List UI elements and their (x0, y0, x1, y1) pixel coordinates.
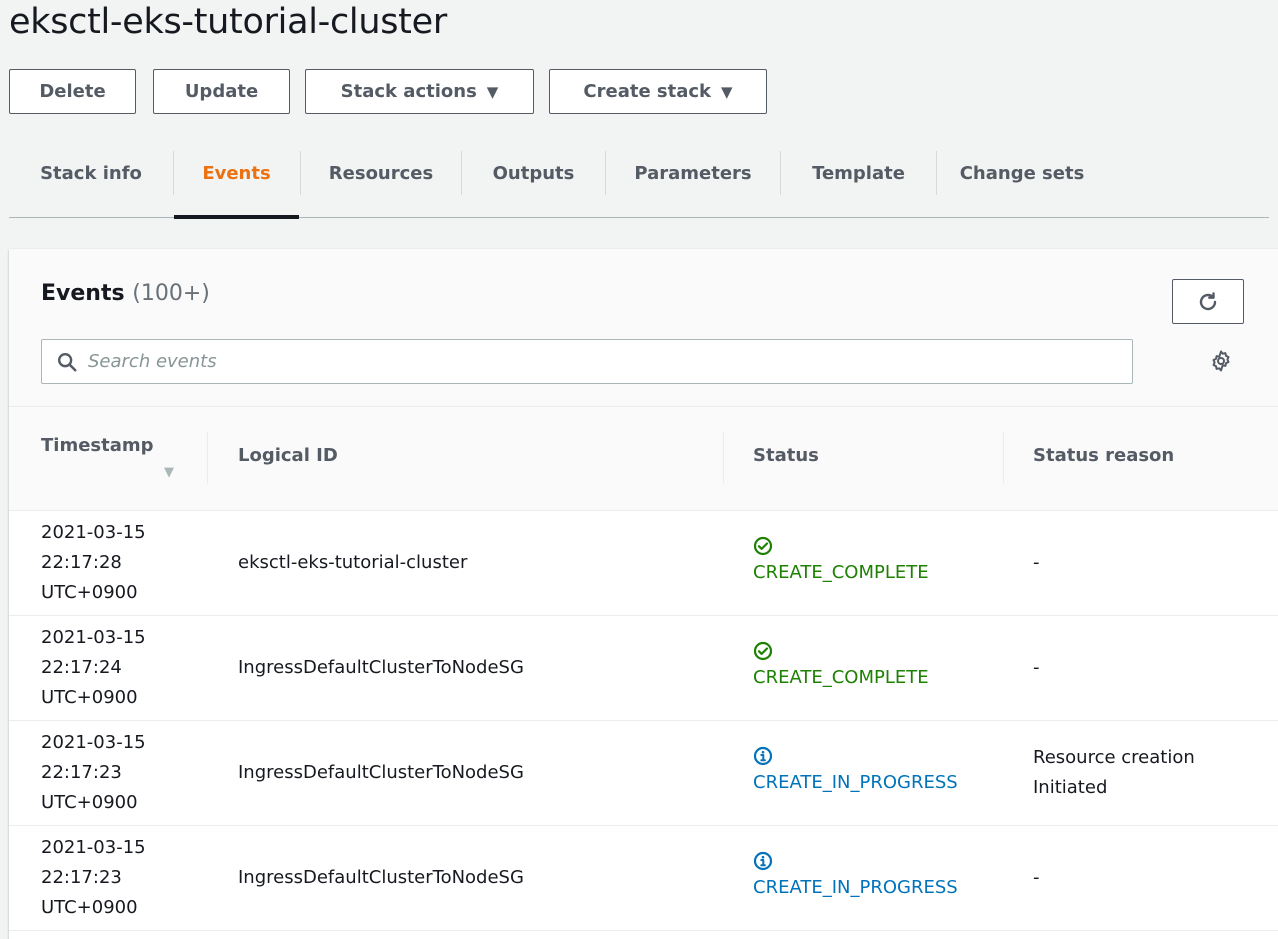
table-row: 2021-03-15 22:17:28 UTC+0900 eksctl-eks-… (9, 511, 1278, 616)
status-cell: CREATE_IN_PROGRESS (753, 746, 958, 797)
search-input[interactable] (88, 351, 1088, 372)
timestamp-time: 22:17:23 (41, 762, 122, 783)
events-heading-label: Events (41, 281, 125, 306)
column-header-status: Status (753, 445, 819, 466)
timestamp-time: 22:17:23 (41, 867, 122, 888)
events-panel-header: Events (100+) (9, 249, 1278, 407)
timestamp-date: 2021-03-15 (41, 627, 146, 648)
delete-button[interactable]: Delete (9, 69, 136, 114)
events-panel: Events (100+) Timestamp ▼ Logical ID S (9, 249, 1278, 939)
search-box (41, 339, 1133, 384)
timestamp-time: 22:17:28 (41, 552, 122, 573)
refresh-icon (1199, 291, 1217, 310)
search-icon (58, 352, 77, 372)
status-reason-line: - (1033, 552, 1040, 573)
timestamp-timezone: UTC+0900 (41, 897, 138, 918)
tab-outputs[interactable]: Outputs (462, 128, 605, 218)
column-divider (1003, 432, 1004, 484)
create-stack-label: Create stack (583, 81, 712, 102)
check-circle-icon (753, 641, 773, 661)
delete-button-label: Delete (39, 81, 106, 102)
timestamp-date: 2021-03-15 (41, 732, 146, 753)
status-text: CREATE_COMPLETE (753, 562, 929, 583)
tab-stack-info[interactable]: Stack info (9, 128, 173, 218)
events-heading: Events (100+) (41, 281, 210, 306)
timestamp-cell: 2021-03-15 22:17:23 UTC+0900 (41, 728, 146, 818)
caret-down-icon: ▼ (486, 82, 499, 101)
tab-bar: Stack info Events Resources Outputs Para… (9, 128, 1269, 219)
logical-id-cell: IngressDefaultClusterToNodeSG (238, 657, 524, 678)
status-text: CREATE_IN_PROGRESS (753, 772, 958, 793)
status-reason-line: Resource creation (1033, 747, 1195, 768)
tab-template[interactable]: Template (781, 128, 936, 218)
tab-events[interactable]: Events (174, 128, 299, 219)
logical-id-cell: IngressDefaultClusterToNodeSG (238, 762, 524, 783)
sort-caret-icon[interactable]: ▼ (164, 465, 174, 480)
events-count: (100+) (132, 281, 210, 306)
info-circle-icon (753, 746, 773, 766)
status-cell: CREATE_COMPLETE (753, 641, 929, 692)
timestamp-timezone: UTC+0900 (41, 792, 138, 813)
logical-id-cell: eksctl-eks-tutorial-cluster (238, 552, 468, 573)
timestamp-cell: 2021-03-15 22:17:24 UTC+0900 (41, 623, 146, 713)
update-button-label: Update (184, 81, 259, 102)
timestamp-timezone: UTC+0900 (41, 582, 138, 603)
timestamp-timezone: UTC+0900 (41, 687, 138, 708)
gear-icon[interactable] (1209, 349, 1233, 373)
logical-id-cell: IngressDefaultClusterToNodeSG (238, 867, 524, 888)
status-reason-cell: - (1033, 653, 1040, 683)
timestamp-cell: 2021-03-15 22:17:23 UTC+0900 (41, 833, 146, 923)
table-row: 2021-03-15 22:17:23 UTC+0900 IngressDefa… (9, 721, 1278, 826)
stack-actions-dropdown[interactable]: Stack actions ▼ (305, 69, 534, 114)
status-text: CREATE_COMPLETE (753, 667, 929, 688)
page-title: eksctl-eks-tutorial-cluster (9, 2, 447, 42)
status-reason-cell: - (1033, 548, 1040, 578)
events-table-header: Timestamp ▼ Logical ID Status Status rea… (9, 407, 1278, 511)
stack-actions-label: Stack actions (340, 81, 477, 102)
table-row: 2021-03-15 22:17:24 UTC+0900 IngressDefa… (9, 616, 1278, 721)
tab-change-sets[interactable]: Change sets (937, 128, 1107, 218)
timestamp-date: 2021-03-15 (41, 837, 146, 858)
create-stack-dropdown[interactable]: Create stack ▼ (549, 69, 767, 114)
status-text: CREATE_IN_PROGRESS (753, 877, 958, 898)
table-row: 2021-03-15 22:17:23 UTC+0900 IngressDefa… (9, 826, 1278, 931)
tab-parameters[interactable]: Parameters (606, 128, 780, 218)
check-circle-icon (753, 536, 773, 556)
timestamp-cell: 2021-03-15 22:17:28 UTC+0900 (41, 518, 146, 608)
column-header-timestamp[interactable]: Timestamp (41, 430, 154, 462)
status-reason-cell: Resource creation Initiated (1033, 743, 1195, 803)
status-cell: CREATE_COMPLETE (753, 536, 929, 587)
column-divider (723, 432, 724, 484)
status-reason-cell: - (1033, 863, 1040, 893)
column-header-logical-id: Logical ID (238, 445, 338, 466)
update-button[interactable]: Update (153, 69, 290, 114)
column-header-status-reason: Status reason (1033, 445, 1175, 466)
tab-resources[interactable]: Resources (301, 128, 461, 218)
column-divider (207, 432, 208, 484)
info-circle-icon (753, 851, 773, 871)
status-cell: CREATE_IN_PROGRESS (753, 851, 958, 902)
caret-down-icon: ▼ (721, 82, 733, 101)
refresh-button[interactable] (1172, 279, 1244, 324)
status-reason-line: - (1033, 657, 1040, 678)
timestamp-time: 22:17:24 (41, 657, 122, 678)
status-reason-line: Initiated (1033, 777, 1108, 798)
timestamp-date: 2021-03-15 (41, 522, 146, 543)
status-reason-line: - (1033, 867, 1040, 888)
